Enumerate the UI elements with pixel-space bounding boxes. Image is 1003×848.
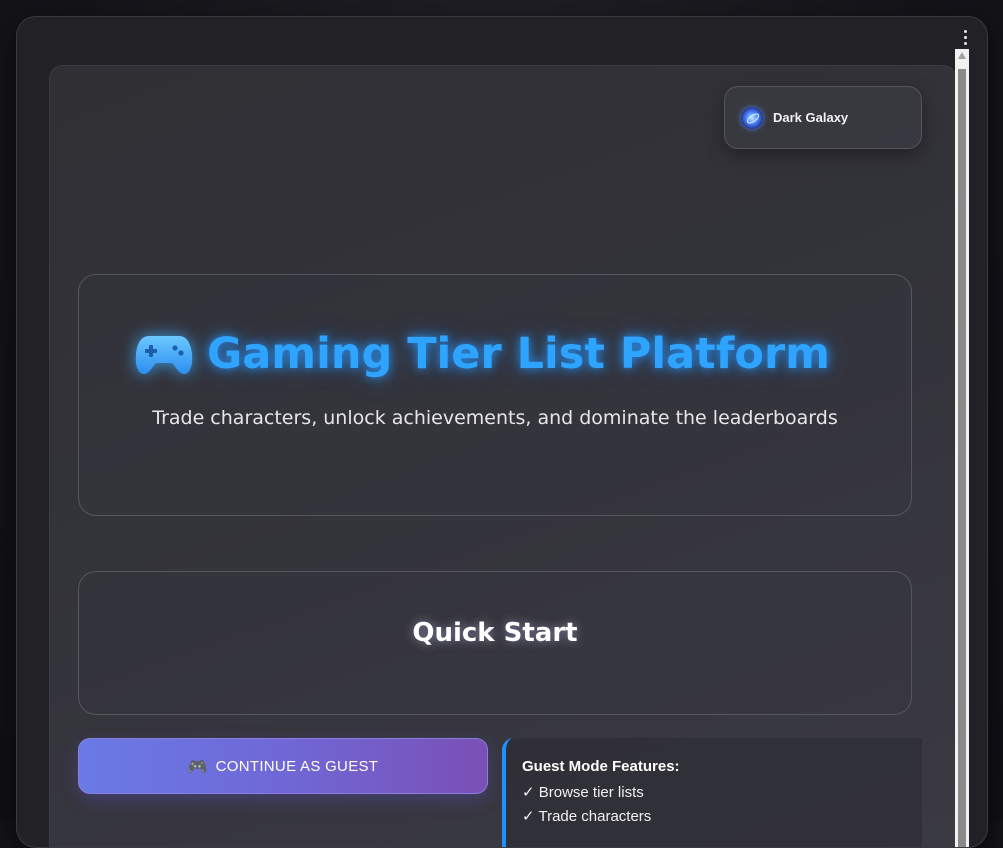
continue-as-guest-label: CONTINUE AS GUEST <box>215 757 379 775</box>
feature-item: ✓ Browse tier lists <box>522 784 644 801</box>
theme-selector[interactable]: Dark Galaxy <box>724 86 922 149</box>
browser-window: Dark Galaxy Gaming Tier List Platform Tr… <box>16 16 988 848</box>
vertical-scrollbar[interactable] <box>955 49 969 847</box>
theme-label: Dark Galaxy <box>773 110 849 125</box>
guest-features-panel: Guest Mode Features: ✓ Browse tier lists… <box>502 738 922 847</box>
quick-start-card: Quick Start <box>78 571 912 715</box>
scroll-up-arrow-icon[interactable] <box>958 52 966 59</box>
hero-title-row: Gaming Tier List Platform <box>135 329 830 379</box>
galaxy-icon <box>741 106 763 129</box>
more-options-icon[interactable] <box>957 27 973 47</box>
scrollbar-thumb[interactable] <box>958 69 966 847</box>
page-title: Gaming Tier List Platform <box>207 329 830 379</box>
feature-item: ✓ Trade characters <box>522 808 652 825</box>
quick-start-title: Quick Start <box>412 618 578 648</box>
gamepad-icon: 🎮 <box>187 756 208 776</box>
gamepad-icon <box>135 336 193 374</box>
hero-subtitle: Trade characters, unlock achievements, a… <box>152 407 838 429</box>
guest-features-title: Guest Mode Features: <box>522 758 680 775</box>
app-container: Dark Galaxy Gaming Tier List Platform Tr… <box>49 65 957 847</box>
continue-as-guest-button[interactable]: 🎮 CONTINUE AS GUEST <box>78 738 488 794</box>
hero-card: Gaming Tier List Platform Trade characte… <box>78 274 912 516</box>
